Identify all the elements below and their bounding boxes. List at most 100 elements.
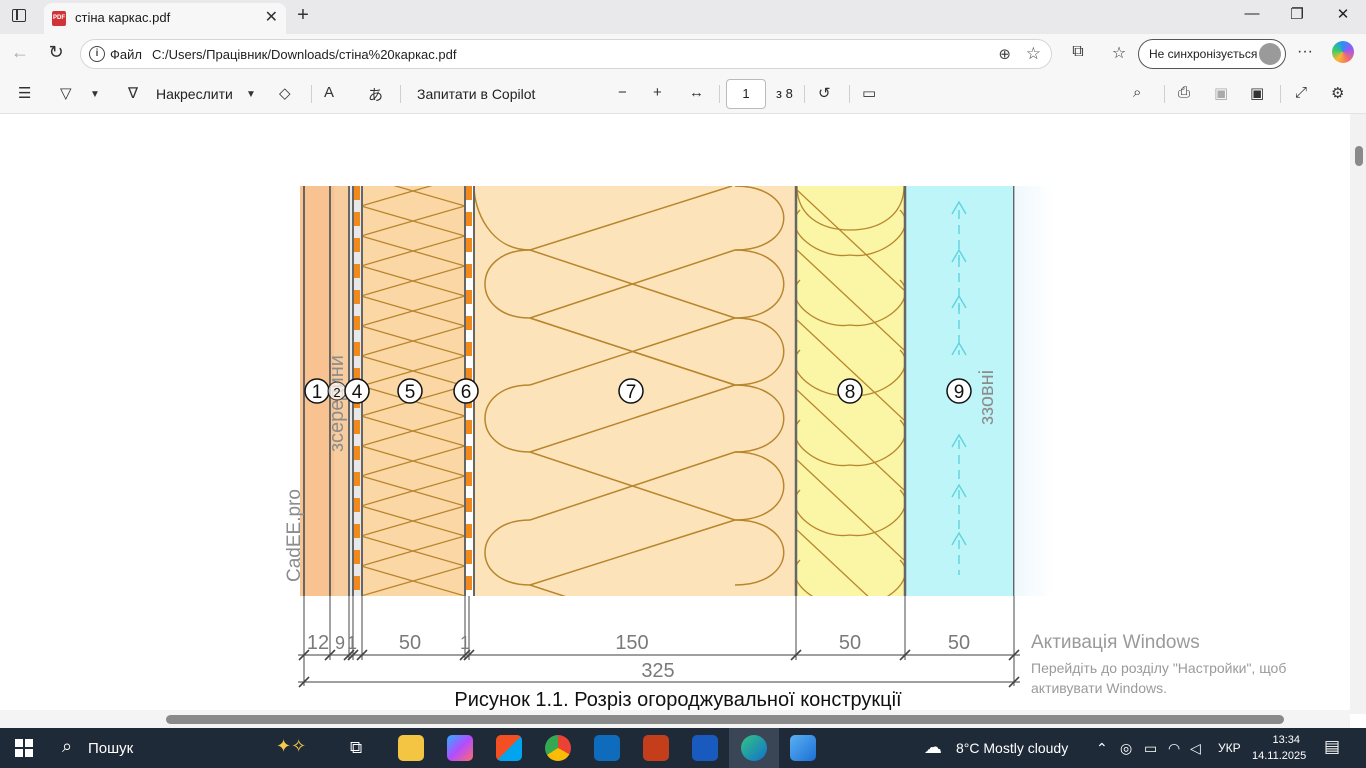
start-button[interactable] [15,739,33,757]
figure-caption: Рисунок 1.1. Розріз огороджувальної конс… [454,689,902,711]
refresh-button[interactable]: ↻ [44,42,68,63]
highlight-icon[interactable]: ▽ [60,84,72,102]
profile-label: Не синхронізується [1149,47,1258,61]
address-bar[interactable]: i Файл C:/Users/Працівник/Downloads/стін… [80,39,1052,69]
layer-number-2: 2 [333,385,340,400]
chevron-up-icon[interactable]: ⌃ [1096,740,1108,757]
favorite-star-icon[interactable]: ☆ [1026,44,1041,64]
ask-copilot-button[interactable]: Запитати в Copilot [417,86,535,102]
dim-50a: 50 [399,632,421,654]
store-icon[interactable] [496,735,522,761]
pdf-viewer[interactable]: зсередини ззовні CadEE.pro 1 2 4 5 6 7 8… [0,114,1366,728]
volume-icon[interactable]: ◁ [1190,740,1201,757]
task-view-icon[interactable]: ⧉ [350,738,362,758]
tab-bar: PDF стіна каркас.pdf ✕ + — ❐ ✕ [0,0,1366,34]
save-icon[interactable]: ▣ [1214,84,1228,102]
profile-button[interactable]: Не синхронізується [1138,39,1286,69]
more-menu-icon[interactable]: ··· [1294,43,1316,61]
tab-actions-icon[interactable] [12,9,26,22]
wifi-icon[interactable]: ◠ [1168,740,1180,757]
settings-gear-icon[interactable]: ⚙ [1331,84,1344,102]
pdf-toolbar: ☰ ▽ ▼ ∇ Накреслити ▼ ◇ A あ Запитати в Co… [0,74,1366,114]
close-window-button[interactable]: ✕ [1320,5,1366,23]
zoom-in-icon[interactable]: + [653,84,662,101]
dim-50c: 50 [948,632,970,654]
chrome-icon[interactable] [545,735,571,761]
divider [311,85,312,103]
edge-icon[interactable] [741,735,767,761]
inside-label: зсередини [326,355,348,452]
watermark: CadEE.pro [284,489,305,582]
word-icon[interactable] [692,735,718,761]
url-scheme: Файл [110,47,142,62]
new-tab-button[interactable]: + [291,4,315,27]
outlook-icon[interactable] [594,735,620,761]
search-icon[interactable]: ⌕ [1133,84,1141,101]
tab-active[interactable]: PDF стіна каркас.pdf ✕ [44,3,286,34]
draw-icon[interactable]: ∇ [128,84,138,102]
notifications-icon[interactable]: ▤ [1324,737,1340,757]
layer-number-9: 9 [954,382,965,403]
windows-activation-watermark: Активація Windows Перейдіть до розділу "… [1031,632,1286,698]
outside-label: ззовні [976,370,998,425]
restore-button[interactable]: ❐ [1274,5,1320,23]
avatar [1259,43,1281,65]
horizontal-scrollbar[interactable] [0,710,1350,728]
clock[interactable]: 13:34 14.11.2025 [1252,732,1307,764]
layer-number-1: 1 [312,382,323,403]
layer-number-8: 8 [845,382,856,403]
back-button[interactable]: ← [8,42,32,63]
tab-title: стіна каркас.pdf [75,10,171,25]
layer-number-7: 7 [626,382,637,403]
page-view-icon[interactable]: ▭ [862,84,876,102]
activation-title: Активація Windows [1031,632,1200,653]
dim-1a: 1 [347,633,357,653]
dim-12: 12 [307,632,329,654]
zoom-icon[interactable]: ⊕ [998,45,1011,63]
rotate-icon[interactable]: ↺ [818,84,831,102]
fit-width-icon[interactable]: ↔ [689,84,704,101]
pdf-icon: PDF [52,11,66,26]
divider [1280,85,1281,103]
layer-number-5: 5 [405,382,416,403]
activation-line2: активувати Windows. [1031,680,1167,696]
battery-icon[interactable]: ▭ [1144,740,1157,757]
time: 13:34 [1272,734,1300,746]
search-label: Пошук [88,740,134,757]
powerpoint-icon[interactable] [643,735,669,761]
zoom-out-icon[interactable]: − [618,84,627,101]
chevron-down-icon[interactable]: ▼ [246,89,256,100]
minimize-button[interactable]: — [1229,5,1275,22]
taskbar: ⌕ Пошук ✦✧ ⧉ ☁ 8°C Mostly cloudy ⌃ ◎ ▭ ◠… [0,728,1366,768]
contents-icon[interactable]: ☰ [18,84,31,102]
weather-text[interactable]: 8°C Mostly cloudy [956,740,1068,756]
close-tab-icon[interactable]: ✕ [265,7,278,27]
draw-label[interactable]: Накреслити [156,86,233,102]
page-number-input[interactable]: 1 [726,79,766,109]
read-aloud-icon[interactable]: A [324,84,334,101]
vertical-scrollbar[interactable] [1350,114,1366,714]
language-indicator[interactable]: УКР [1218,741,1241,755]
print-icon[interactable]: ⎙ [1178,84,1190,101]
photos-icon[interactable] [790,735,816,761]
fullscreen-icon[interactable]: ⤢ [1295,84,1307,101]
divider [849,85,850,103]
extensions-icon[interactable]: ⧉ [1067,43,1089,61]
url-text[interactable]: C:/Users/Працівник/Downloads/стіна%20кар… [152,47,456,62]
chevron-down-icon[interactable]: ▼ [90,89,100,100]
eraser-icon[interactable]: ◇ [279,84,291,102]
date: 14.11.2025 [1252,750,1307,762]
copilot-app-icon[interactable] [447,735,473,761]
horizontal-scroll-thumb[interactable] [166,715,1284,724]
file-explorer-icon[interactable] [398,735,424,761]
copilot-icon[interactable] [1332,41,1354,63]
taskbar-search[interactable]: ⌕ Пошук ✦✧ [48,728,326,768]
favorites-icon[interactable]: ☆ [1108,43,1130,63]
info-icon[interactable]: i [89,46,105,62]
layer-number-4: 4 [352,382,363,403]
vertical-scroll-thumb[interactable] [1355,146,1363,166]
translate-icon[interactable]: あ [368,84,383,105]
meet-icon[interactable]: ◎ [1120,740,1132,757]
save-as-icon[interactable]: ▣ [1250,84,1264,102]
weather-icon[interactable]: ☁ [924,737,942,758]
